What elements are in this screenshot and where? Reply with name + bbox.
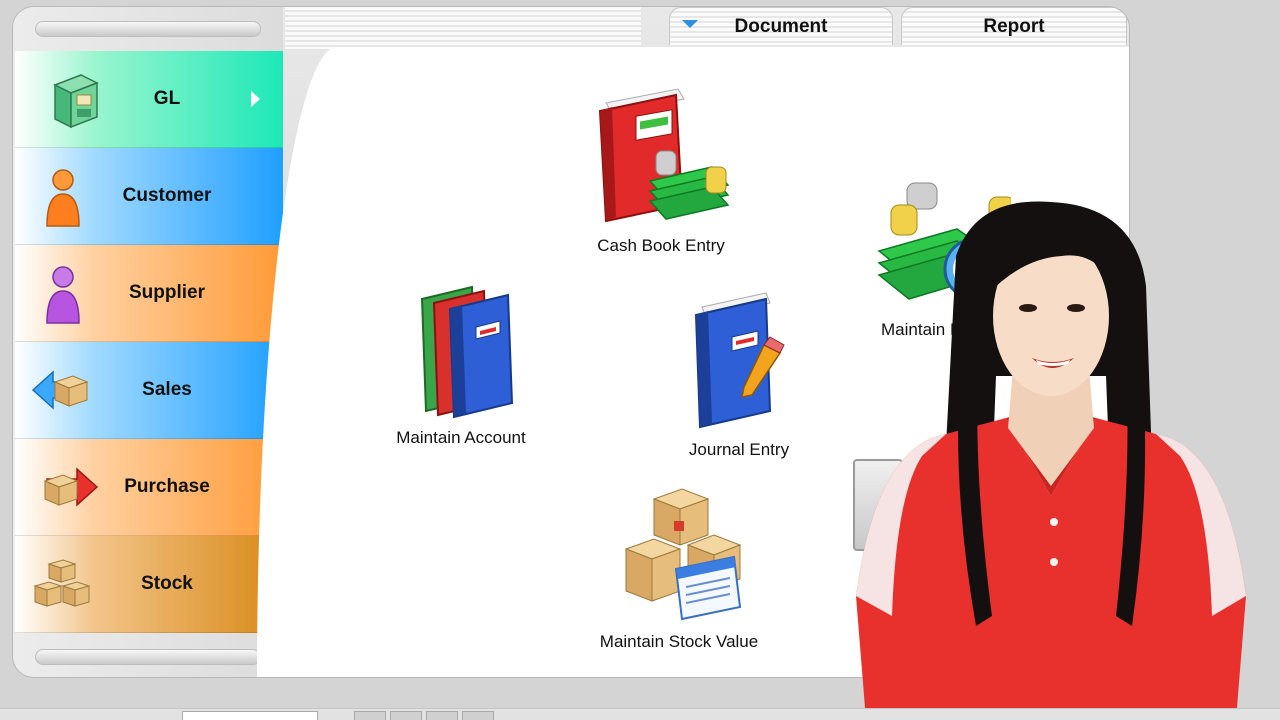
- tab-bar: Document Report: [283, 7, 1129, 49]
- sidebar-bottom-cap: [35, 649, 261, 665]
- tab-bar-blank: [285, 7, 641, 49]
- sidebar-item-purchase[interactable]: Purchase: [15, 439, 283, 536]
- cash-book-icon: [598, 88, 730, 223]
- stock-value-boxes-icon: [624, 488, 742, 621]
- sidebar-item-label: Supplier: [128, 282, 205, 303]
- sidebar-item-supplier[interactable]: Supplier: [15, 245, 283, 342]
- journal-entry[interactable]: Journal Entry: [659, 285, 819, 460]
- supplier-person-icon: [41, 259, 109, 327]
- status-button[interactable]: [426, 711, 458, 720]
- cash-book-entry[interactable]: Cash Book Entry: [581, 81, 741, 256]
- tab-label: Report: [983, 15, 1045, 37]
- sidebar-item-label: GL: [153, 88, 181, 109]
- file-cabinet-icon: [41, 65, 109, 133]
- module-label: Journal Entry: [688, 440, 790, 459]
- status-button[interactable]: [390, 711, 422, 720]
- sidebar-item-label: Stock: [141, 573, 193, 594]
- presenter-video-overlay: [836, 196, 1266, 720]
- status-button[interactable]: [354, 711, 386, 720]
- purchase-box-icon: [33, 453, 101, 521]
- sidebar-item-stock[interactable]: Stock: [15, 536, 283, 633]
- customer-person-icon: [41, 162, 109, 230]
- tab-report[interactable]: Report: [901, 7, 1127, 45]
- maintain-stock-value[interactable]: Maintain Stock Value: [579, 483, 779, 652]
- status-field[interactable]: [182, 711, 318, 720]
- tab-label: Document: [734, 15, 828, 37]
- active-arrow-icon: [251, 91, 260, 107]
- maintain-account[interactable]: Maintain Account: [381, 279, 541, 448]
- sales-box-icon: [29, 356, 97, 424]
- sidebar-item-label: Customer: [122, 185, 212, 206]
- account-books-icon: [420, 285, 514, 419]
- sidebar: GL Customer Supplier Sales Purchase Stoc…: [13, 7, 283, 677]
- sidebar-item-gl[interactable]: GL: [15, 51, 283, 148]
- sidebar-item-customer[interactable]: Customer: [15, 148, 283, 245]
- sidebar-top-cap: [35, 21, 261, 37]
- module-label: Maintain Account: [396, 428, 526, 447]
- sidebar-item-sales[interactable]: Sales: [15, 342, 283, 439]
- dropdown-triangle-icon: [682, 20, 698, 28]
- journal-book-icon: [694, 292, 785, 429]
- module-label: Maintain Stock Value: [599, 632, 759, 651]
- sidebar-nav: GL Customer Supplier Sales Purchase Stoc…: [15, 51, 283, 633]
- module-label: Cash Book Entry: [597, 236, 725, 255]
- bottom-status-bar: [0, 708, 1280, 720]
- status-button[interactable]: [462, 711, 494, 720]
- sidebar-item-label: Purchase: [124, 476, 210, 497]
- sidebar-item-label: Sales: [142, 379, 192, 400]
- stock-boxes-icon: [29, 550, 97, 618]
- tab-document[interactable]: Document: [669, 7, 893, 45]
